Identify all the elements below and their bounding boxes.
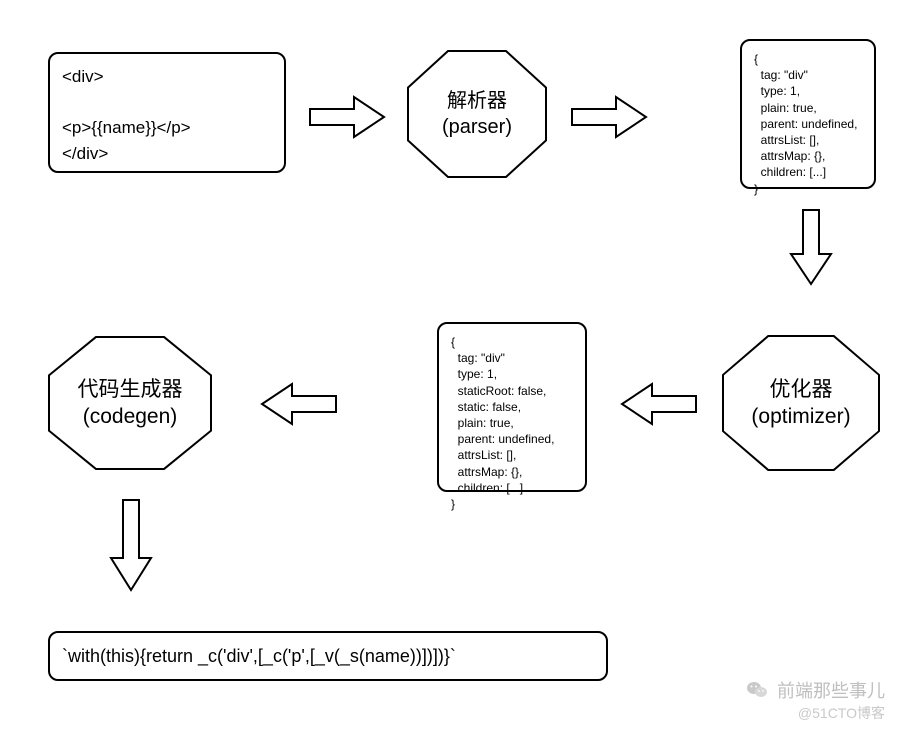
ast-raw-box: { tag: "div" type: 1, plain: true, paren…	[740, 39, 876, 189]
ast-optimized-box: { tag: "div" type: 1, staticRoot: false,…	[437, 322, 587, 492]
arrow-left-icon	[260, 382, 338, 426]
ast-raw-code: { tag: "div" type: 1, plain: true, paren…	[754, 51, 862, 197]
watermark-line1: 前端那些事儿	[745, 677, 885, 703]
render-fn-box: `with(this){return _c('div',[_c('p',[_v(…	[48, 631, 608, 681]
arrow-right-icon	[308, 95, 386, 139]
parser-label-en: (parser)	[442, 114, 512, 140]
arrow-right-icon	[570, 95, 648, 139]
watermark-text-2: @51CTO博客	[798, 705, 885, 721]
arrow-down-icon	[109, 498, 153, 592]
parser-label-zh: 解析器	[447, 88, 507, 114]
template-source-code: <div> <p>{{name}}</p> </div>	[62, 64, 272, 166]
wechat-icon	[745, 678, 769, 702]
template-source-box: <div> <p>{{name}}</p> </div>	[48, 52, 286, 173]
arrow-down-icon	[789, 208, 833, 286]
optimizer-label-zh: 优化器	[770, 376, 833, 403]
arrow-left-icon	[620, 382, 698, 426]
optimizer-node: 优化器 (optimizer)	[722, 335, 880, 471]
codegen-node: 代码生成器 (codegen)	[48, 336, 212, 470]
codegen-label-zh: 代码生成器	[78, 376, 183, 403]
codegen-label-en: (codegen)	[83, 403, 178, 430]
ast-optimized-code: { tag: "div" type: 1, staticRoot: false,…	[451, 334, 573, 512]
optimizer-label-en: (optimizer)	[751, 403, 850, 430]
parser-node: 解析器 (parser)	[407, 50, 547, 178]
watermark-text-1: 前端那些事儿	[777, 677, 885, 703]
watermark-line2: @51CTO博客	[798, 703, 885, 723]
render-fn-code: `with(this){return _c('div',[_c('p',[_v(…	[62, 646, 456, 667]
